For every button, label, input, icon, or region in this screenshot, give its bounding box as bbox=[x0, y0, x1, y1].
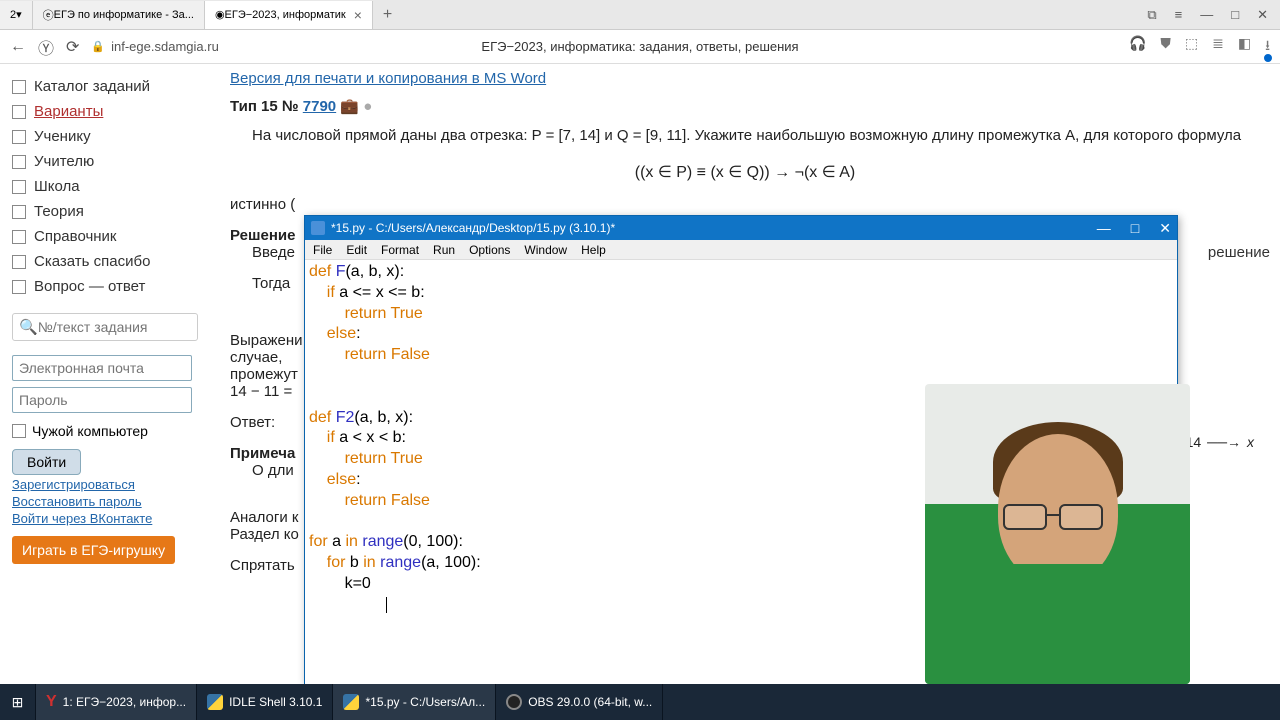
back-button[interactable]: ← bbox=[10, 38, 26, 56]
copy-icon[interactable]: ⧉ bbox=[1147, 7, 1156, 23]
menu-icon[interactable]: ≡ bbox=[1175, 7, 1183, 23]
extension-icon[interactable]: ⬚ bbox=[1185, 35, 1198, 59]
istinno-text: истинно ( bbox=[230, 196, 1260, 213]
task-header: Тип 15 № 7790 💼 ● bbox=[230, 97, 1260, 115]
page-title: ЕГЭ−2023, информатика: задания, ответы, … bbox=[481, 39, 798, 54]
email-field[interactable] bbox=[12, 355, 192, 381]
sidebar-item-teacher[interactable]: Учителю bbox=[12, 149, 198, 174]
solution-link[interactable]: решение bbox=[1208, 244, 1270, 261]
browser-titlebar: 2 ▾ ⓔ ЕГЭ по информатике - За... ◉ ЕГЭ−2… bbox=[0, 0, 1280, 30]
menu-run[interactable]: Run bbox=[433, 243, 455, 257]
foreign-pc-checkbox[interactable] bbox=[12, 424, 26, 438]
idle-close-icon[interactable]: ✕ bbox=[1159, 220, 1171, 237]
register-link[interactable]: Зарегистрироваться bbox=[12, 477, 198, 492]
webcam-overlay bbox=[925, 384, 1190, 684]
sidebar-item-theory[interactable]: Теория bbox=[12, 199, 198, 224]
reload-button[interactable]: ⟳ bbox=[66, 37, 79, 57]
login-button[interactable]: Войти bbox=[12, 449, 81, 475]
sidebar-item-catalog[interactable]: Каталог заданий bbox=[12, 74, 198, 99]
python-icon bbox=[311, 221, 325, 235]
idle-titlebar[interactable]: *15.py - C:/Users/Александр/Desktop/15.p… bbox=[305, 216, 1177, 240]
start-button[interactable]: ⊞ bbox=[0, 684, 36, 720]
vk-login-link[interactable]: Войти через ВКонтакте bbox=[12, 511, 198, 526]
search-icon: 🔍 bbox=[19, 318, 38, 336]
sidebar-item-qa[interactable]: Вопрос — ответ bbox=[12, 274, 198, 299]
taskbar-yandex[interactable]: Y1: ЕГЭ−2023, инфор... bbox=[36, 684, 197, 720]
menu-options[interactable]: Options bbox=[469, 243, 510, 257]
play-game-button[interactable]: Играть в ЕГЭ-игрушку bbox=[12, 536, 175, 564]
feed-icon[interactable]: ≣ bbox=[1212, 35, 1224, 59]
sidebar-item-school[interactable]: Школа bbox=[12, 174, 198, 199]
menu-edit[interactable]: Edit bbox=[346, 243, 367, 257]
idle-minimize-icon[interactable]: — bbox=[1097, 220, 1111, 237]
tab-counter[interactable]: 2 ▾ bbox=[0, 1, 33, 29]
close-icon[interactable]: × bbox=[354, 7, 362, 23]
notification-badge bbox=[1264, 54, 1272, 62]
taskbar-idle-shell[interactable]: IDLE Shell 3.10.1 bbox=[197, 684, 333, 720]
search-input[interactable]: 🔍 bbox=[12, 313, 198, 341]
maximize-icon[interactable]: □ bbox=[1231, 7, 1239, 23]
task-number-link[interactable]: 7790 bbox=[303, 98, 336, 115]
login-form: Чужой компьютер Войти Зарегистрироваться… bbox=[12, 355, 198, 564]
new-tab-button[interactable]: + bbox=[373, 6, 402, 24]
idle-maximize-icon[interactable]: □ bbox=[1131, 220, 1139, 237]
url-field[interactable]: 🔒inf-ege.sdamgia.ru bbox=[91, 39, 218, 54]
minimize-icon[interactable]: — bbox=[1200, 7, 1213, 23]
taskbar-idle-file[interactable]: *15.py - C:/Users/Ал... bbox=[333, 684, 496, 720]
lock-icon: 🔒 bbox=[91, 40, 105, 53]
restore-link[interactable]: Восстановить пароль bbox=[12, 494, 198, 509]
menu-file[interactable]: File bbox=[313, 243, 332, 257]
idle-menubar: File Edit Format Run Options Window Help bbox=[305, 240, 1177, 260]
sidebar-item-student[interactable]: Ученику bbox=[12, 124, 198, 149]
headphones-icon[interactable]: 🎧 bbox=[1129, 35, 1146, 59]
close-window-icon[interactable]: ✕ bbox=[1257, 7, 1268, 23]
menu-window[interactable]: Window bbox=[524, 243, 567, 257]
sidebar-item-thanks[interactable]: Сказать спасибо bbox=[12, 249, 198, 274]
shield-icon[interactable]: ⛊ bbox=[1160, 35, 1171, 59]
tab-1[interactable]: ⓔ ЕГЭ по информатике - За... bbox=[33, 1, 205, 29]
address-bar: ← Ⓨ ⟳ 🔒inf-ege.sdamgia.ru ЕГЭ−2023, инфо… bbox=[0, 30, 1280, 64]
task-text: На числовой прямой даны два отрезка: P =… bbox=[230, 125, 1260, 148]
windows-taskbar: ⊞ Y1: ЕГЭ−2023, инфор... IDLE Shell 3.10… bbox=[0, 684, 1280, 720]
print-link[interactable]: Версия для печати и копирования в MS Wor… bbox=[230, 70, 546, 87]
tab-2-active[interactable]: ◉ ЕГЭ−2023, информатик× bbox=[205, 1, 373, 29]
sidebar: Каталог заданий Варианты Ученику Учителю… bbox=[0, 64, 210, 684]
taskbar-obs[interactable]: OBS 29.0.0 (64-bit, w... bbox=[496, 684, 663, 720]
sidebar-item-reference[interactable]: Справочник bbox=[12, 224, 198, 249]
bookmark-icon[interactable]: ◧ bbox=[1238, 35, 1251, 59]
formula: ((x ∈ P) ≡ (x ∈ Q)) → ¬(x ∈ A) bbox=[230, 162, 1260, 182]
menu-format[interactable]: Format bbox=[381, 243, 419, 257]
sidebar-item-variants[interactable]: Варианты bbox=[12, 99, 198, 124]
yandex-icon[interactable]: Ⓨ bbox=[38, 35, 54, 59]
password-field[interactable] bbox=[12, 387, 192, 413]
menu-help[interactable]: Help bbox=[581, 243, 606, 257]
